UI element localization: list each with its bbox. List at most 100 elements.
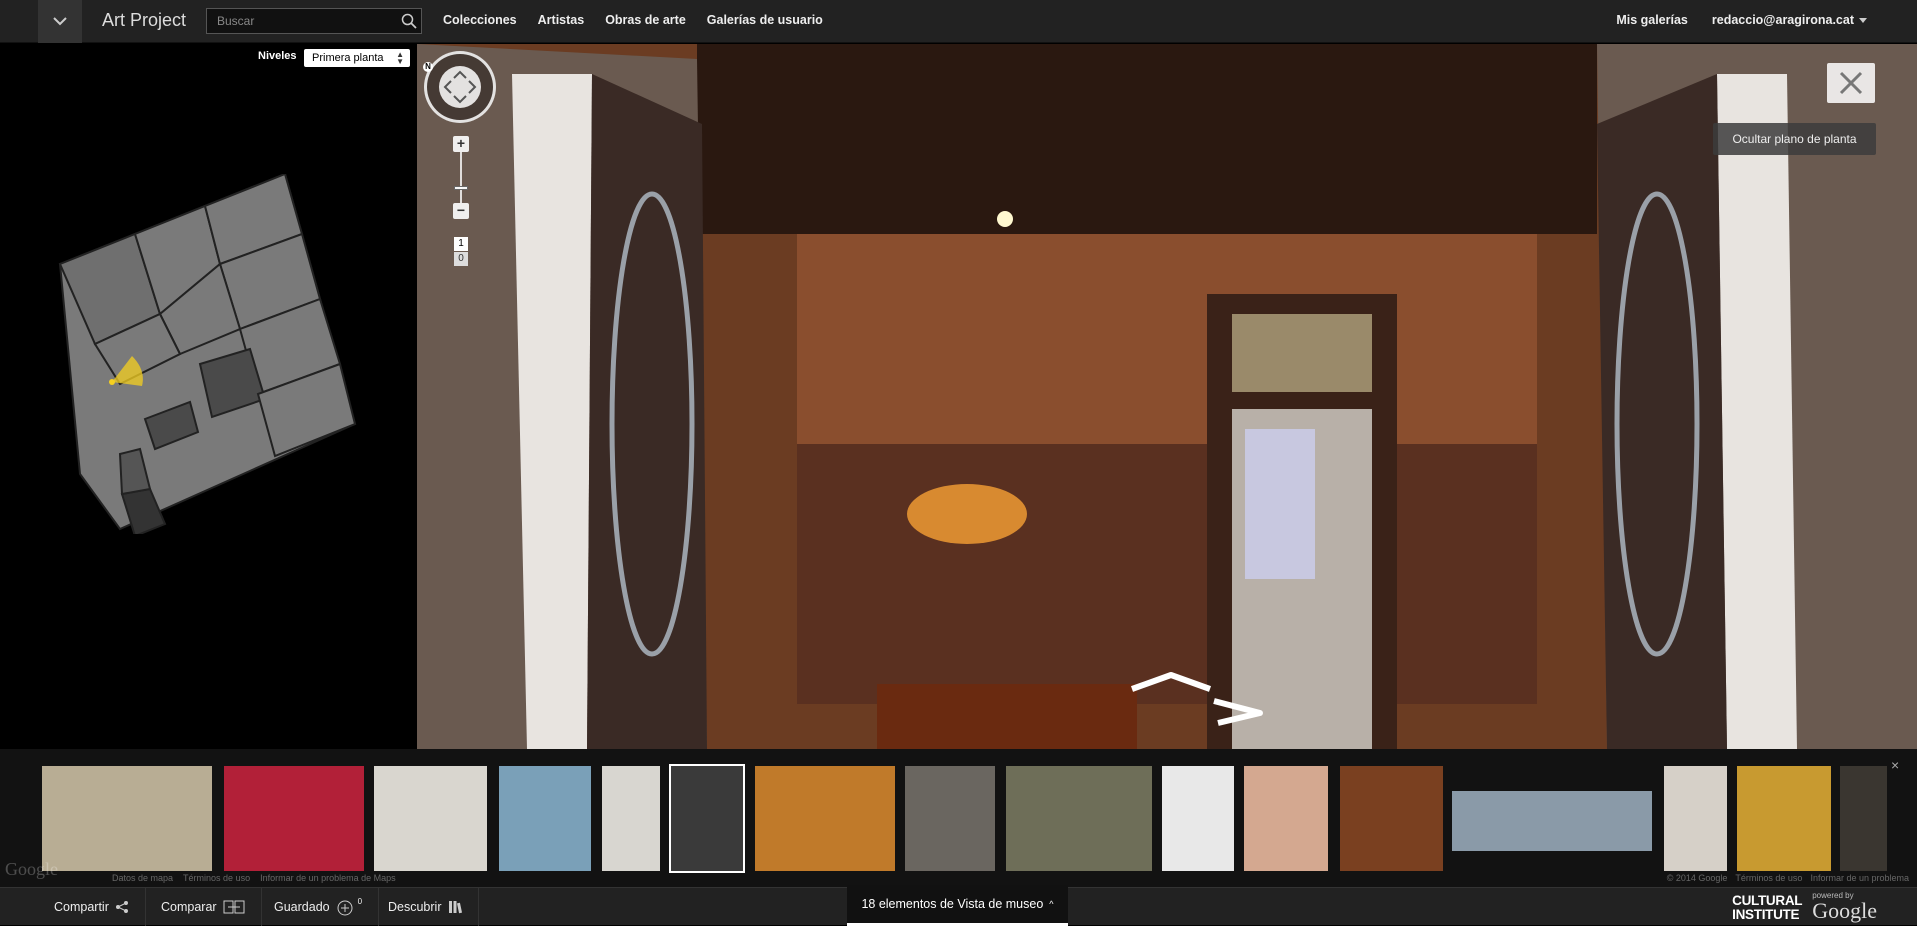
filmstrip-thumb-blue-floral-tile[interactable] [499, 766, 591, 871]
zoom-slider-handle[interactable] [454, 186, 468, 190]
level-up-button[interactable]: 1 [454, 237, 468, 251]
nav-galerias-de-usuario[interactable]: Galerías de usuario [707, 13, 823, 27]
filmstrip-thumb-landscape-painting[interactable] [1006, 766, 1152, 871]
panorama-table [877, 684, 1137, 749]
panorama-light [997, 211, 1013, 227]
panorama-lamp-glow [907, 484, 1027, 544]
pan-control[interactable]: N [423, 51, 496, 123]
panorama-wainscot [797, 444, 1537, 704]
close-panorama-button[interactable] [1827, 63, 1875, 103]
google-map-watermark: Google [5, 859, 58, 879]
copyright-text: © 2014 Google [1666, 873, 1728, 883]
user-account-menu[interactable]: redaccio@aragirona.cat [1712, 13, 1867, 27]
zoom-in-button[interactable]: + [453, 136, 469, 152]
saved-button[interactable]: Guardado 0 [258, 888, 380, 926]
user-area: Mis galerías redaccio@aragirona.cat [1616, 13, 1867, 27]
filmstrip-thumb-seascape-panorama[interactable] [1452, 791, 1652, 851]
filmstrip-thumb-wooden-cabinet[interactable] [1340, 766, 1443, 871]
caret-down-icon [1859, 18, 1867, 24]
powered-by-google: powered by Google [1812, 891, 1877, 922]
filmstrip-thumb-white-lace-embroidery[interactable] [374, 766, 487, 871]
my-galleries-link[interactable]: Mis galerías [1616, 13, 1688, 27]
saved-label: Guardado [274, 900, 330, 914]
terms-link[interactable]: Términos de uso [183, 873, 250, 883]
filmstrip-thumb-coastal-landscape-painting[interactable] [42, 766, 212, 871]
filmstrip-thumb-portrait-of-woman[interactable] [1244, 766, 1328, 871]
share-label: Compartir [54, 900, 109, 914]
top-bar: Art Project Colecciones Artistas Obras d… [0, 0, 1917, 43]
nav-colecciones[interactable]: Colecciones [443, 13, 517, 27]
museum-panorama[interactable] [417, 44, 1917, 749]
pan-control-ring [439, 66, 481, 108]
share-icon [115, 901, 128, 913]
user-email: redaccio@aragirona.cat [1711, 13, 1854, 27]
panorama-right-door-frame [1717, 74, 1797, 749]
floorplan-panel: Niveles Primera planta ▲ ▼ [0, 44, 417, 749]
compare-icon [223, 900, 245, 914]
close-icon [1839, 71, 1863, 95]
level-down-button[interactable]: 0 [454, 252, 468, 266]
panorama-left-glass-door [587, 74, 707, 749]
google-logo: Google [1812, 898, 1877, 923]
move-forward-arrow-icon[interactable] [1128, 671, 1214, 693]
artwork-filmstrip: × [0, 749, 1917, 887]
cultural-institute-logo[interactable]: CULTURAL INSTITUTE powered by Google [1732, 891, 1877, 922]
pan-arrows-icon [443, 70, 477, 104]
current-position-dot [109, 379, 115, 385]
select-arrows-icon: ▲ ▼ [396, 50, 404, 66]
filmstrip-thumb-interior-photograph[interactable] [669, 764, 745, 873]
compare-label: Comparar [161, 900, 217, 914]
panorama-transom [1232, 314, 1372, 392]
brand-name-line2: INSTITUTE [1732, 907, 1800, 922]
report-problem-link[interactable]: Informar de un problema de Maps [260, 873, 396, 883]
saved-count: 0 [357, 896, 363, 906]
zoom-out-button[interactable]: − [453, 203, 469, 219]
nav-artistas[interactable]: Artistas [538, 13, 585, 27]
map-data-link[interactable]: Datos de mapa [112, 873, 173, 883]
floorplan-map[interactable] [40, 174, 370, 534]
level-select[interactable]: Primera planta ▲ ▼ [304, 49, 410, 67]
museum-view-count: 18 elementos de Vista de museo [861, 897, 1044, 911]
turn-right-arrow-icon[interactable] [1210, 697, 1270, 727]
levels-label: Niveles [258, 50, 297, 62]
filmstrip-thumb-oval-framed-portrait[interactable] [1737, 766, 1831, 871]
filmstrip-thumb-bronze-kneeling-figure[interactable] [1162, 766, 1234, 871]
panorama-ceiling [697, 44, 1597, 234]
filmstrip-thumb-standing-man-sketch[interactable] [602, 766, 660, 871]
brand-name: CULTURAL INSTITUTE [1732, 894, 1802, 922]
map-legal-links: Datos de mapa Términos de uso Informar d… [112, 873, 396, 883]
filmstrip-thumb-costumed-figure[interactable] [1664, 766, 1727, 871]
copyright-terms-link[interactable]: Términos de uso [1735, 873, 1802, 883]
nav-obras-de-arte[interactable]: Obras de arte [605, 13, 686, 27]
search-icon[interactable] [401, 13, 417, 29]
copyright-notice: © 2014 Google Términos de uso Informar d… [1667, 873, 1909, 883]
brand-name-line1: CULTURAL [1732, 893, 1803, 908]
compass-north: N [423, 62, 433, 72]
filmstrip-thumb-religious-painting[interactable] [1840, 766, 1887, 871]
search-input[interactable] [207, 9, 397, 33]
app-title[interactable]: Art Project [102, 10, 186, 31]
copyright-report-link[interactable]: Informar de un problema [1810, 873, 1909, 883]
hide-floorplan-button[interactable]: Ocultar plano de planta [1713, 123, 1876, 155]
share-button[interactable]: Compartir [38, 888, 146, 926]
museum-view-tab[interactable]: 18 elementos de Vista de museo ^ [847, 885, 1068, 926]
search-box [206, 8, 422, 34]
discover-icon [448, 901, 462, 914]
discover-label: Descubrir [388, 900, 442, 914]
compare-button[interactable]: Comparar [145, 888, 262, 926]
filmstrip-thumb-bronze-medallion-relief[interactable] [905, 766, 995, 871]
discover-button[interactable]: Descubrir [372, 888, 479, 926]
close-filmstrip-button[interactable]: × [1891, 757, 1899, 773]
zoom-slider-track[interactable] [460, 152, 462, 203]
filmstrip-thumb-red-embroidered-textile[interactable] [224, 766, 364, 871]
bottom-toolbar: Compartir Comparar Guardado 0 Descubrir … [0, 885, 1917, 926]
level-select-value: Primera planta [312, 52, 384, 64]
menu-dropdown-button[interactable] [38, 0, 82, 43]
add-saved-icon [337, 900, 353, 916]
chevron-down-icon [53, 17, 67, 26]
panorama-scene [417, 44, 1917, 749]
filmstrip-thumb-blue-lily-stained-glass[interactable] [755, 766, 895, 871]
chevron-up-icon: ^ [1049, 899, 1054, 909]
main-nav: Colecciones Artistas Obras de arte Galer… [443, 13, 823, 27]
panorama-window-light [1245, 429, 1315, 579]
